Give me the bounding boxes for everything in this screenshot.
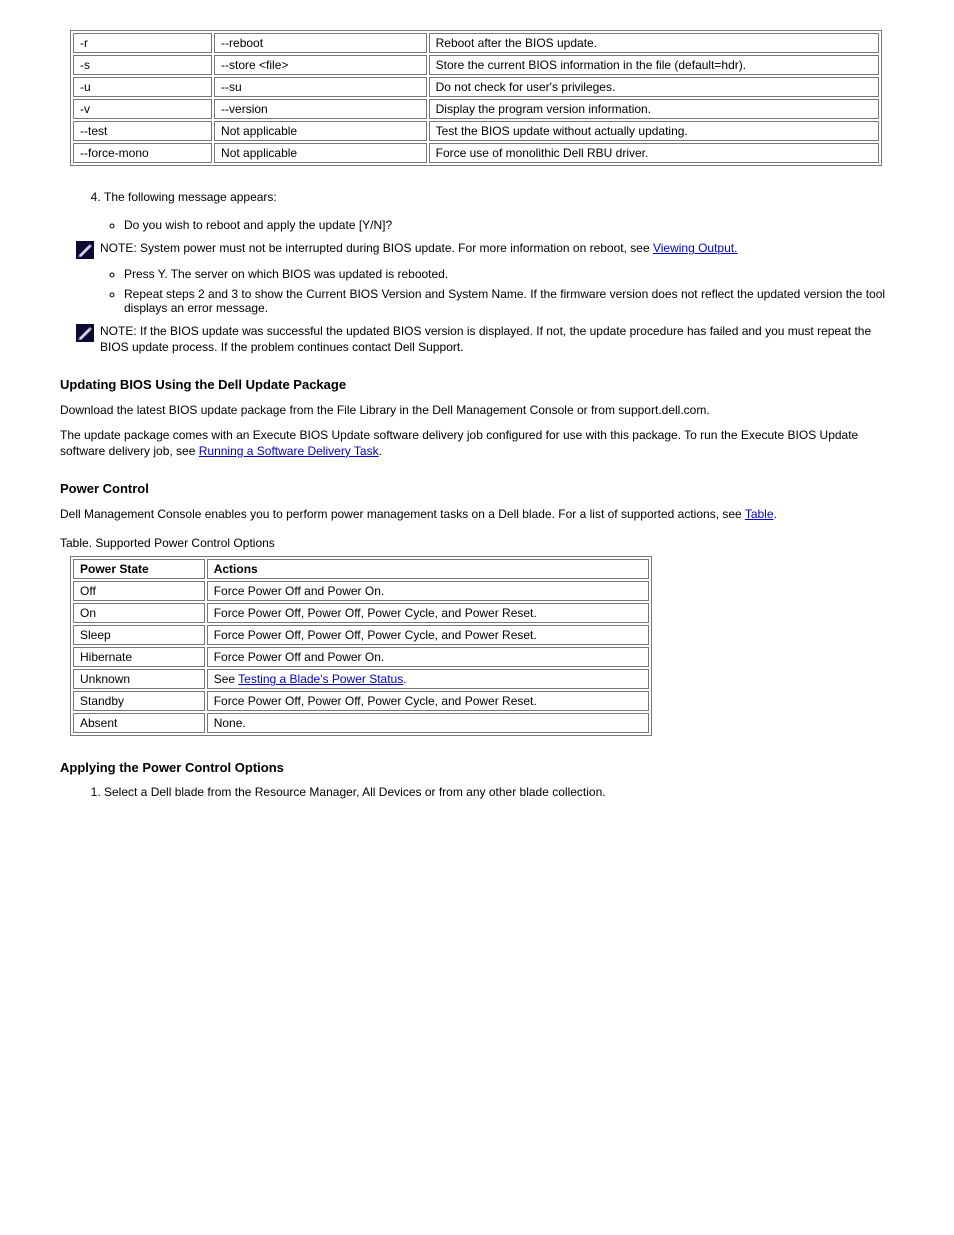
table-cell: Reboot after the BIOS update.: [429, 33, 879, 53]
note-2-text: NOTE: If the BIOS update was successful …: [100, 323, 894, 355]
step-5: Press Y. The server on which BIOS was up…: [124, 267, 894, 281]
table-cell: Store the current BIOS information in th…: [429, 55, 879, 75]
power-table-header-state: Power State: [73, 559, 205, 579]
table-row: -s--store <file>Store the current BIOS i…: [73, 55, 879, 75]
table-row: --force-monoNot applicableForce use of m…: [73, 143, 879, 163]
table-cell: Sleep: [73, 625, 205, 645]
options-table: -r--rebootReboot after the BIOS update.-…: [70, 30, 882, 166]
power-table-caption: Table. Supported Power Control Options: [60, 536, 894, 550]
note-icon: [76, 241, 94, 259]
step-4: The following message appears:: [104, 190, 894, 204]
table-cell: Force Power Off, Power Off, Power Cycle,…: [207, 691, 649, 711]
table-cell: --force-mono: [73, 143, 212, 163]
power-table-link[interactable]: Table: [745, 507, 774, 521]
power-paragraph: Dell Management Console enables you to p…: [60, 506, 894, 522]
table-cell: Force use of monolithic Dell RBU driver.: [429, 143, 879, 163]
table-cell: -v: [73, 99, 212, 119]
table-cell: -u: [73, 77, 212, 97]
table-row: OffForce Power Off and Power On.: [73, 581, 649, 601]
table-row: SleepForce Power Off, Power Off, Power C…: [73, 625, 649, 645]
table-cell: Force Power Off and Power On.: [207, 581, 649, 601]
step-6: Repeat steps 2 and 3 to show the Current…: [124, 287, 894, 315]
step-4-sub: Do you wish to reboot and apply the upda…: [124, 218, 894, 232]
power-table-header-actions: Actions: [207, 559, 649, 579]
note-1: NOTE: System power must not be interrupt…: [76, 240, 894, 259]
table-cell: -r: [73, 33, 212, 53]
table-row: -u--suDo not check for user's privileges…: [73, 77, 879, 97]
dup-paragraph-2: The update package comes with an Execute…: [60, 427, 894, 459]
table-cell: Standby: [73, 691, 205, 711]
table-row: --testNot applicableTest the BIOS update…: [73, 121, 879, 141]
table-cell: See Testing a Blade's Power Status.: [207, 669, 649, 689]
table-cell: None.: [207, 713, 649, 733]
table-cell: Off: [73, 581, 205, 601]
table-cell: Do not check for user's privileges.: [429, 77, 879, 97]
table-cell: --reboot: [214, 33, 427, 53]
heading-applying-power: Applying the Power Control Options: [60, 760, 894, 775]
table-row: OnForce Power Off, Power Off, Power Cycl…: [73, 603, 649, 623]
applying-power-steps: Select a Dell blade from the Resource Ma…: [60, 785, 894, 799]
step-4-list: The following message appears:: [60, 190, 894, 204]
table-cell: Force Power Off, Power Off, Power Cycle,…: [207, 625, 649, 645]
dup-paragraph-1: Download the latest BIOS update package …: [60, 402, 894, 418]
step-5-6-list: Press Y. The server on which BIOS was up…: [124, 267, 894, 315]
table-cell: Hibernate: [73, 647, 205, 667]
testing-power-status-link[interactable]: Testing a Blade's Power Status: [238, 672, 403, 686]
table-cell: --version: [214, 99, 427, 119]
note-1-text: NOTE: System power must not be interrupt…: [100, 240, 894, 256]
table-cell: Test the BIOS update without actually up…: [429, 121, 879, 141]
table-cell: Not applicable: [214, 121, 427, 141]
heading-update-dup: Updating BIOS Using the Dell Update Pack…: [60, 377, 894, 392]
software-delivery-task-link[interactable]: Running a Software Delivery Task: [199, 444, 379, 458]
applying-power-step-1: Select a Dell blade from the Resource Ma…: [104, 785, 894, 799]
table-row: -r--rebootReboot after the BIOS update.: [73, 33, 879, 53]
table-row: HibernateForce Power Off and Power On.: [73, 647, 649, 667]
table-row: -v--versionDisplay the program version i…: [73, 99, 879, 119]
table-cell: Not applicable: [214, 143, 427, 163]
table-cell: --su: [214, 77, 427, 97]
heading-power-control: Power Control: [60, 481, 894, 496]
table-cell: --store <file>: [214, 55, 427, 75]
table-cell: Display the program version information.: [429, 99, 879, 119]
table-cell: Absent: [73, 713, 205, 733]
power-options-table: Power State Actions OffForce Power Off a…: [70, 556, 652, 736]
table-row: AbsentNone.: [73, 713, 649, 733]
table-row: UnknownSee Testing a Blade's Power Statu…: [73, 669, 649, 689]
table-cell: -s: [73, 55, 212, 75]
note-2: NOTE: If the BIOS update was successful …: [76, 323, 894, 355]
note-icon: [76, 324, 94, 342]
table-cell: Force Power Off, Power Off, Power Cycle,…: [207, 603, 649, 623]
table-cell: On: [73, 603, 205, 623]
viewing-output-link[interactable]: Viewing Output.: [653, 241, 738, 255]
step-4-sub-list: Do you wish to reboot and apply the upda…: [124, 218, 894, 232]
table-cell: Unknown: [73, 669, 205, 689]
table-cell: Force Power Off and Power On.: [207, 647, 649, 667]
table-cell: --test: [73, 121, 212, 141]
table-row: StandbyForce Power Off, Power Off, Power…: [73, 691, 649, 711]
